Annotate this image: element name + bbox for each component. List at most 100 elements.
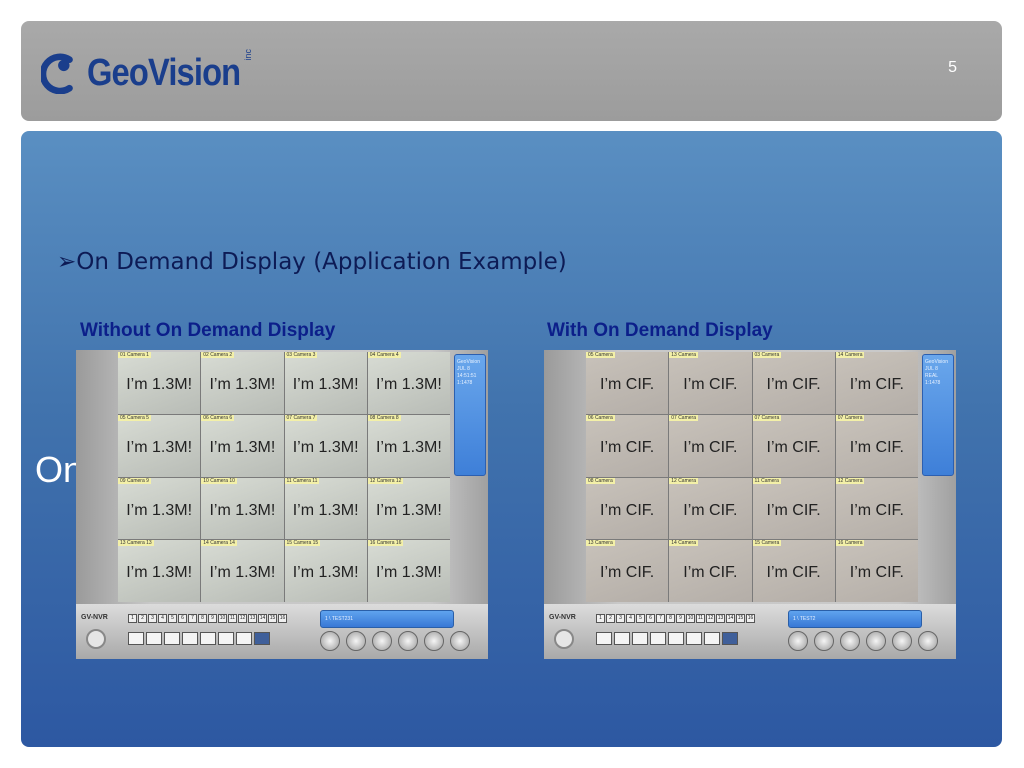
power-icon[interactable] xyxy=(86,629,106,649)
layout-6-button[interactable] xyxy=(632,632,648,645)
camera-cell[interactable]: 10 Camera 10 I’m 1.3M! xyxy=(201,477,284,540)
camera-cell[interactable]: 06 Camera 6 I’m 1.3M! xyxy=(201,414,284,477)
playback-icon[interactable] xyxy=(320,631,340,651)
layout-10-button[interactable] xyxy=(686,632,702,645)
camera-cell[interactable]: 04 Camera 4 I’m 1.3M! xyxy=(367,352,450,414)
camera-cell[interactable]: 05 Camera I’m CIF. xyxy=(586,352,669,414)
camera-cell[interactable]: 06 Camera I’m CIF. xyxy=(586,414,669,477)
camera-number-button[interactable]: 2 xyxy=(138,614,147,623)
camera-cell[interactable]: 11 Camera 11 I’m 1.3M! xyxy=(284,477,367,540)
camera-number-button[interactable]: 12 xyxy=(706,614,715,623)
layout-1-button[interactable] xyxy=(596,632,612,645)
camera-cell[interactable]: 15 Camera 15 I’m 1.3M! xyxy=(284,540,367,602)
camera-label: I’m 1.3M! xyxy=(292,376,359,393)
info-line: GeoVision xyxy=(925,359,948,365)
camera-number-button[interactable]: 14 xyxy=(258,614,267,623)
exit-icon[interactable] xyxy=(450,631,470,651)
layout-16-button[interactable] xyxy=(254,632,270,645)
camera-number-button[interactable]: 16 xyxy=(278,614,287,623)
config-icon[interactable] xyxy=(346,631,366,651)
camera-number-button[interactable]: 7 xyxy=(188,614,197,623)
camera-cell[interactable]: 03 Camera 3 I’m 1.3M! xyxy=(284,352,367,414)
config-icon[interactable] xyxy=(814,631,834,651)
camera-number-button[interactable]: 1 xyxy=(596,614,605,623)
camera-number-button[interactable]: 5 xyxy=(168,614,177,623)
camera-number-button[interactable]: 4 xyxy=(158,614,167,623)
camera-number-button[interactable]: 13 xyxy=(248,614,257,623)
tools-icon[interactable] xyxy=(372,631,392,651)
camera-label: I’m 1.3M! xyxy=(375,501,442,519)
camera-number-button[interactable]: 1 xyxy=(128,614,137,623)
layout-4-button[interactable] xyxy=(614,632,630,645)
layout-10-button[interactable] xyxy=(218,632,234,645)
camera-number-button[interactable]: 3 xyxy=(616,614,625,623)
camera-cell[interactable]: 12 Camera I’m CIF. xyxy=(835,477,918,540)
layout-8-button[interactable] xyxy=(182,632,198,645)
camera-cell[interactable]: 11 Camera I’m CIF. xyxy=(752,477,835,540)
camera-number-button[interactable]: 4 xyxy=(626,614,635,623)
zoom-icon[interactable] xyxy=(398,631,418,651)
camera-cell[interactable]: 13 Camera 13 I’m 1.3M! xyxy=(118,540,201,602)
camera-cell[interactable]: 14 Camera I’m CIF. xyxy=(835,352,918,414)
camera-number-button[interactable]: 16 xyxy=(746,614,755,623)
layout-1-button[interactable] xyxy=(128,632,144,645)
camera-label: I’m CIF. xyxy=(766,438,821,456)
camera-cell[interactable]: 13 Camera I’m CIF. xyxy=(586,540,669,602)
tools-icon[interactable] xyxy=(840,631,860,651)
camera-number-button[interactable]: 10 xyxy=(686,614,695,623)
camera-number-button[interactable]: 10 xyxy=(218,614,227,623)
layout-13-button[interactable] xyxy=(704,632,720,645)
camera-tag: 15 Camera 15 xyxy=(284,540,321,547)
camera-number-button[interactable]: 9 xyxy=(208,614,217,623)
camera-cell[interactable]: 08 Camera 8 I’m 1.3M! xyxy=(367,414,450,477)
network-icon[interactable] xyxy=(892,631,912,651)
camera-cell[interactable]: 02 Camera 2 I’m 1.3M! xyxy=(201,352,284,414)
camera-cell[interactable]: 16 Camera I’m CIF. xyxy=(835,540,918,602)
camera-number-button[interactable]: 13 xyxy=(716,614,725,623)
camera-number-button[interactable]: 6 xyxy=(646,614,655,623)
camera-number-button[interactable]: 2 xyxy=(606,614,615,623)
camera-cell[interactable]: 07 Camera 7 I’m 1.3M! xyxy=(284,414,367,477)
layout-4-button[interactable] xyxy=(146,632,162,645)
zoom-icon[interactable] xyxy=(866,631,886,651)
camera-number-button[interactable]: 14 xyxy=(726,614,735,623)
layout-9-button[interactable] xyxy=(668,632,684,645)
camera-number-button[interactable]: 15 xyxy=(736,614,745,623)
layout-6-button[interactable] xyxy=(164,632,180,645)
power-icon[interactable] xyxy=(554,629,574,649)
camera-cell[interactable]: 05 Camera 5 I’m 1.3M! xyxy=(118,414,201,477)
layout-13-button[interactable] xyxy=(236,632,252,645)
camera-cell[interactable]: 12 Camera I’m CIF. xyxy=(669,477,752,540)
exit-icon[interactable] xyxy=(918,631,938,651)
camera-number-button[interactable]: 8 xyxy=(198,614,207,623)
camera-cell[interactable]: 09 Camera 9 I’m 1.3M! xyxy=(118,477,201,540)
playback-icon[interactable] xyxy=(788,631,808,651)
layout-16-button[interactable] xyxy=(722,632,738,645)
camera-cell[interactable]: 01 Camera 1 I’m 1.3M! xyxy=(118,352,201,414)
camera-number-button[interactable]: 7 xyxy=(656,614,665,623)
camera-cell[interactable]: 16 Camera 16 I’m 1.3M! xyxy=(367,540,450,602)
camera-cell[interactable]: 15 Camera I’m CIF. xyxy=(752,540,835,602)
camera-cell[interactable]: 12 Camera 12 I’m 1.3M! xyxy=(367,477,450,540)
camera-number-button[interactable]: 3 xyxy=(148,614,157,623)
camera-number-button[interactable]: 6 xyxy=(178,614,187,623)
camera-cell[interactable]: 14 Camera 14 I’m 1.3M! xyxy=(201,540,284,602)
camera-cell[interactable]: 07 Camera I’m CIF. xyxy=(669,414,752,477)
layout-9-button[interactable] xyxy=(200,632,216,645)
camera-number-button[interactable]: 12 xyxy=(238,614,247,623)
camera-label: I’m CIF. xyxy=(683,376,738,393)
camera-cell[interactable]: 07 Camera I’m CIF. xyxy=(835,414,918,477)
camera-number-button[interactable]: 8 xyxy=(666,614,675,623)
camera-number-button[interactable]: 9 xyxy=(676,614,685,623)
camera-cell[interactable]: 13 Camera I’m CIF. xyxy=(669,352,752,414)
camera-number-button[interactable]: 15 xyxy=(268,614,277,623)
camera-number-button[interactable]: 11 xyxy=(228,614,237,623)
camera-cell[interactable]: 03 Camera I’m CIF. xyxy=(752,352,835,414)
network-icon[interactable] xyxy=(424,631,444,651)
camera-number-button[interactable]: 5 xyxy=(636,614,645,623)
camera-cell[interactable]: 07 Camera I’m CIF. xyxy=(752,414,835,477)
camera-number-button[interactable]: 11 xyxy=(696,614,705,623)
layout-8-button[interactable] xyxy=(650,632,666,645)
camera-cell[interactable]: 08 Camera I’m CIF. xyxy=(586,477,669,540)
camera-cell[interactable]: 14 Camera I’m CIF. xyxy=(669,540,752,602)
